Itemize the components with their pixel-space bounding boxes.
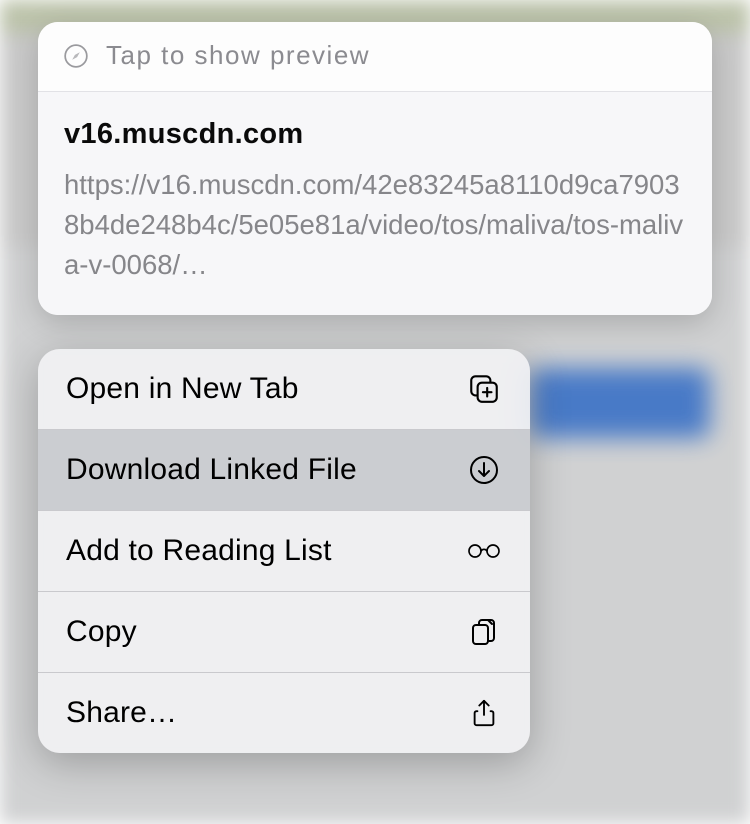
link-preview-card: Tap to show preview v16.muscdn.com https… [38,22,712,315]
menu-item-label: Share… [66,696,177,730]
download-icon [466,452,502,488]
preview-header[interactable]: Tap to show preview [38,22,712,91]
menu-item-download-linked-file[interactable]: Download Linked File [38,430,530,511]
share-icon [466,695,502,731]
glasses-icon [466,533,502,569]
menu-item-label: Copy [66,615,137,649]
preview-domain: v16.muscdn.com [64,118,686,151]
menu-item-label: Add to Reading List [66,534,332,568]
menu-item-open-new-tab[interactable]: Open in New Tab [38,349,530,430]
preview-body: v16.muscdn.com https://v16.muscdn.com/42… [38,92,712,315]
copy-icon [466,614,502,650]
context-menu: Open in New Tab Download Linked File [38,349,530,753]
preview-url: https://v16.muscdn.com/42e83245a8110d9ca… [64,165,686,285]
preview-tap-label: Tap to show preview [106,40,370,71]
menu-item-label: Open in New Tab [66,372,299,406]
menu-item-add-reading-list[interactable]: Add to Reading List [38,511,530,592]
menu-item-label: Download Linked File [66,453,357,487]
plus-tab-icon [466,371,502,407]
compass-icon [62,42,90,70]
menu-item-copy[interactable]: Copy [38,592,530,673]
menu-item-share[interactable]: Share… [38,673,530,753]
